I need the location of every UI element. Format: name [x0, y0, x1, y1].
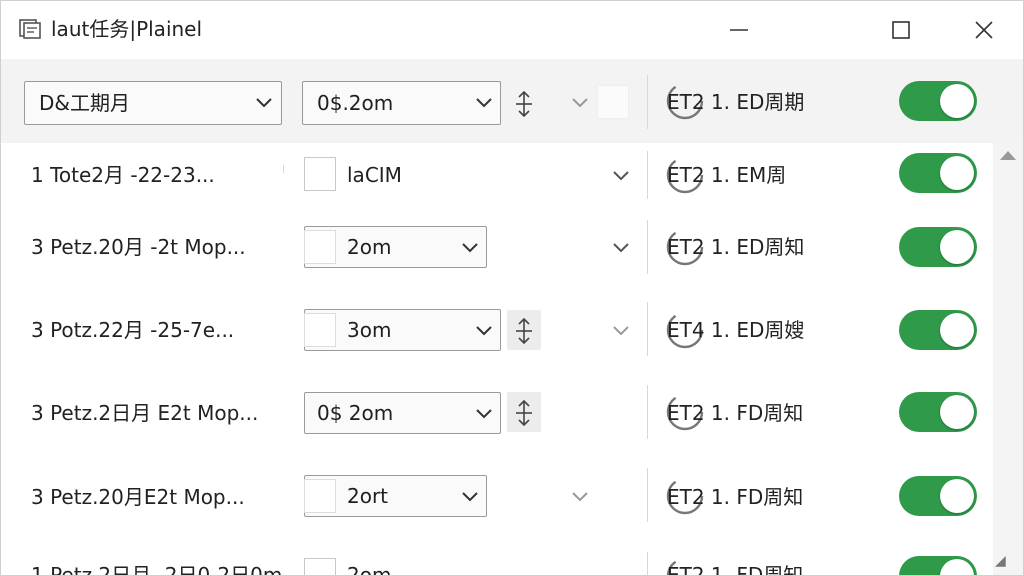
- chevron-down-icon: [462, 492, 478, 502]
- column-divider: [647, 468, 648, 522]
- sort-stepper-button[interactable]: [507, 310, 541, 350]
- row-select-value: 2om: [347, 563, 392, 576]
- row-select-value: 2ort: [347, 484, 389, 508]
- sort-stepper-button[interactable]: [507, 83, 541, 123]
- row-select-value: laCIM: [347, 163, 402, 187]
- header-toggle[interactable]: [899, 81, 977, 121]
- interval-select[interactable]: 0$.2om: [302, 81, 501, 125]
- toggle-knob: [940, 479, 974, 513]
- column-divider: [647, 75, 648, 129]
- sort-arrows-icon: [516, 317, 532, 345]
- table-row: 1 Petz.2日月 -2日0-2日0m... 2om ET2 1. FD周知: [1, 538, 993, 576]
- scroll-up-arrow-icon[interactable]: [999, 149, 1017, 161]
- chevron-down-icon[interactable]: [571, 491, 589, 503]
- row-enabled-toggle[interactable]: [899, 556, 977, 575]
- close-button[interactable]: [964, 13, 1004, 47]
- table-row: 3 Potz.22月 -25-7e... 3om ET4 1. ED周嫂: [1, 288, 993, 372]
- row-name: 3 Potz.22月 -25-7e...: [31, 318, 235, 342]
- row-status-text: ET4 1. ED周嫂: [667, 318, 805, 342]
- app-window: laut任务|Plainel D&工期月 0$.2om ET2 1. ED周期 …: [0, 0, 1024, 576]
- row-status-text: ET2 1. EM周: [667, 163, 787, 187]
- app-icon: [19, 19, 41, 39]
- row-enabled-toggle[interactable]: [899, 310, 977, 350]
- sort-arrows-icon: [516, 399, 532, 427]
- chevron-down-icon[interactable]: [571, 97, 589, 109]
- row-name: 3 Petz.20月E2t Mop...: [31, 485, 245, 509]
- chevron-down-icon: [462, 243, 478, 253]
- table-row: 1 Tote2月 -22-23... laCIM ET2 1. EM周: [1, 143, 993, 207]
- vertical-scrollbar[interactable]: [993, 143, 1023, 575]
- chevron-down-icon: [476, 409, 492, 419]
- chevron-down-icon[interactable]: [612, 242, 630, 254]
- row-interval-select[interactable]: 3om: [304, 309, 501, 351]
- toggle-knob: [940, 395, 974, 429]
- sort-arrows-icon: [516, 90, 532, 118]
- filter-header-row: D&工期月 0$.2om ET2 1. ED周期: [1, 59, 1023, 144]
- toggle-knob: [940, 230, 974, 264]
- resize-grip-icon[interactable]: ◢: [995, 553, 1006, 569]
- interval-select-value: 0$.2om: [317, 91, 394, 115]
- toggle-knob: [940, 156, 974, 190]
- row-select-value: 0$ 2om: [317, 401, 394, 425]
- table-row: 3 Petz.20月 -2t Mop... 2om ET2 1. ED周知: [1, 206, 993, 289]
- toggle-knob: [940, 313, 974, 347]
- filter-select-value: D&工期月: [39, 91, 130, 115]
- header-status-text: ET2 1. ED周期: [667, 90, 805, 114]
- row-select-value: 3om: [347, 318, 392, 342]
- header-checkbox[interactable]: [597, 85, 629, 119]
- row-status-text: ET2 1. FD周知: [667, 563, 804, 576]
- column-divider: [647, 302, 648, 356]
- column-divider: [647, 151, 648, 199]
- minimize-icon: [730, 29, 748, 31]
- chevron-down-icon[interactable]: [612, 325, 630, 337]
- maximize-icon: [892, 21, 910, 39]
- row-checkbox[interactable]: [304, 313, 336, 347]
- row-interval-select[interactable]: 0$ 2om: [304, 392, 501, 434]
- row-name: 1 Tote2月 -22-23...: [31, 163, 215, 187]
- filter-select[interactable]: D&工期月: [24, 81, 282, 125]
- sort-stepper-button[interactable]: [507, 392, 541, 432]
- title-bar: laut任务|Plainel: [1, 1, 1023, 59]
- close-icon: [975, 21, 993, 39]
- table-row: 3 Petz.20月E2t Mop... 2ort ET2 1. FD周知: [1, 454, 993, 539]
- row-checkbox[interactable]: [304, 558, 336, 575]
- column-divider: [647, 385, 648, 439]
- chevron-down-icon: [256, 98, 272, 108]
- row-enabled-toggle[interactable]: [899, 153, 977, 193]
- toggle-knob: [940, 84, 974, 118]
- row-select-value: 2om: [347, 235, 392, 259]
- row-status-text: ET2 1. ED周知: [667, 235, 805, 259]
- row-enabled-toggle[interactable]: [899, 227, 977, 267]
- maximize-button[interactable]: [881, 13, 921, 47]
- row-status-text: ET2 1. FD周知: [667, 401, 804, 425]
- row-name: 1 Petz.2日月 -2日0-2日0m...: [31, 563, 302, 576]
- column-divider: [283, 165, 284, 173]
- row-interval-select[interactable]: 2om: [304, 226, 487, 268]
- chevron-down-icon: [476, 326, 492, 336]
- column-divider: [647, 552, 648, 575]
- row-name: 3 Petz.2日月 E2t Mop...: [31, 401, 259, 425]
- row-checkbox[interactable]: [304, 157, 336, 191]
- row-checkbox[interactable]: [304, 479, 336, 513]
- row-enabled-toggle[interactable]: [899, 392, 977, 432]
- chevron-down-icon[interactable]: [612, 170, 630, 182]
- row-status-text: ET2 1. FD周知: [667, 485, 804, 509]
- row-name: 3 Petz.20月 -2t Mop...: [31, 235, 246, 259]
- row-checkbox[interactable]: [304, 230, 336, 264]
- row-enabled-toggle[interactable]: [899, 476, 977, 516]
- column-divider: [647, 220, 648, 274]
- minimize-button[interactable]: [719, 13, 759, 47]
- window-title: laut任务|Plainel: [51, 17, 203, 41]
- table-row: 3 Petz.2日月 E2t Mop... 0$ 2om ET2 1. FD周知: [1, 371, 993, 455]
- row-interval-select[interactable]: 2ort: [304, 475, 487, 517]
- chevron-down-icon: [476, 98, 492, 108]
- toggle-knob: [940, 559, 974, 575]
